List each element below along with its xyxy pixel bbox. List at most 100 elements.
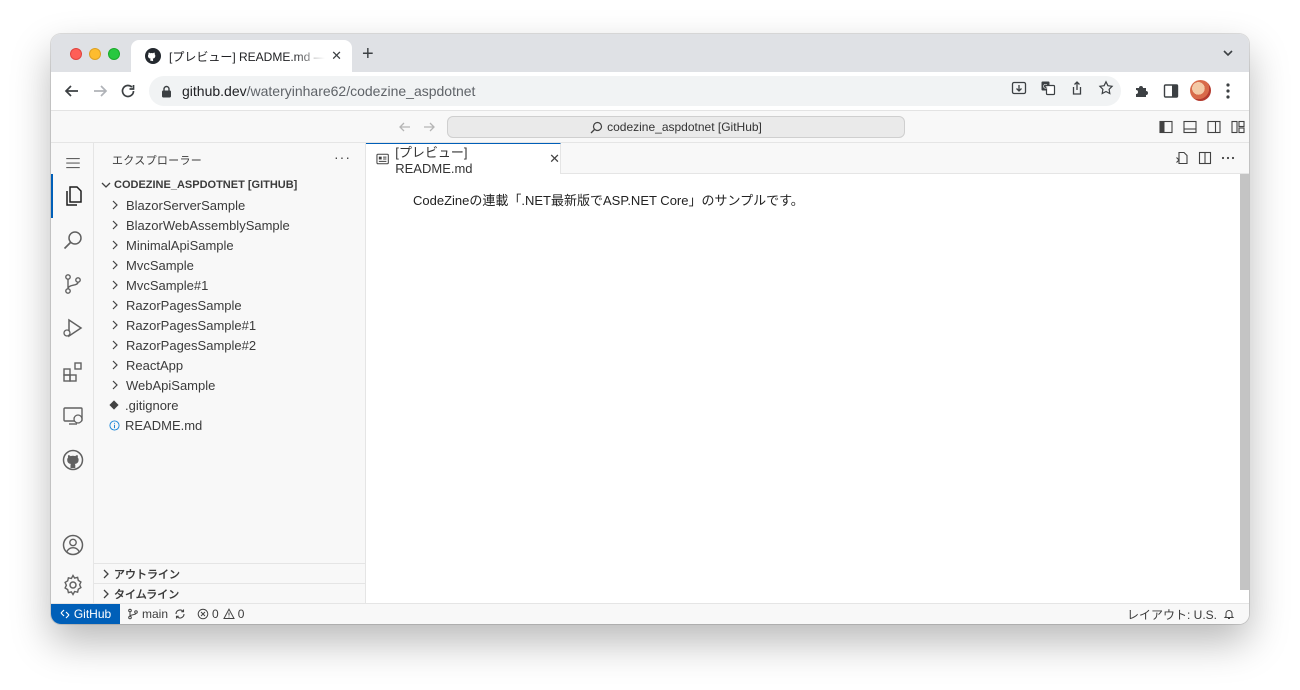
browser-tab-close-button[interactable]: ✕: [331, 48, 342, 64]
bookmark-star-icon[interactable]: [1098, 80, 1114, 96]
browser-tab-active[interactable]: [プレビュー] README.md — codezine_aspdotnet ✕: [131, 40, 352, 72]
customize-layout-icon[interactable]: [1231, 120, 1245, 134]
split-editor-icon[interactable]: [1198, 151, 1212, 165]
browser-window: [プレビュー] README.md — codezine_aspdotnet ✕…: [51, 34, 1249, 624]
editor-tab-close-button[interactable]: ✕: [549, 151, 560, 167]
explorer-title: エクスプローラー: [112, 155, 203, 167]
bell-icon: [1223, 610, 1235, 619]
forward-arrow-icon[interactable]: [91, 82, 109, 100]
address-bar[interactable]: github.dev/wateryinhare62/codezine_aspdo…: [149, 76, 1121, 106]
status-bar: GitHub main 0 0 レイアウト: U.S.: [51, 603, 1249, 624]
timeline-section-header[interactable]: タイムライン: [94, 583, 365, 603]
toggle-panel-icon[interactable]: [1183, 120, 1197, 134]
toggle-secondary-sidebar-icon[interactable]: [1207, 120, 1221, 134]
tree-item-label: MinimalApiSample: [126, 237, 234, 253]
url-path: /wateryinhare62/codezine_aspdotnet: [246, 83, 476, 99]
tree-folder[interactable]: MvcSample#1: [94, 275, 365, 295]
warning-icon: [222, 608, 235, 619]
outline-section-label: アウトライン: [114, 568, 180, 581]
tree-file[interactable]: .gitignore: [94, 395, 365, 415]
activity-github[interactable]: [51, 438, 94, 482]
back-arrow-icon[interactable]: [63, 82, 81, 100]
tree-item-label: MvcSample: [126, 257, 194, 273]
tree-folder[interactable]: RazorPagesSample#2: [94, 335, 365, 355]
search-icon: [63, 231, 82, 250]
editor-area: [プレビュー] README.md ✕ CodeZineの連載「.NET最新版で…: [366, 143, 1249, 603]
explorer-more-actions[interactable]: ···: [334, 149, 351, 165]
extensions-icon: [62, 362, 82, 382]
toggle-primary-sidebar-icon[interactable]: [1159, 120, 1173, 134]
browser-menu-icon[interactable]: [1226, 82, 1230, 100]
close-window-button[interactable]: [70, 48, 82, 60]
editor-scrollbar[interactable]: [1240, 174, 1249, 590]
git-diamond-icon: [107, 398, 121, 412]
keyboard-layout-status[interactable]: レイアウト: U.S.: [1127, 604, 1217, 624]
files-icon: [65, 186, 82, 206]
forward-arrow-icon[interactable]: [422, 120, 436, 134]
editor-more-actions-icon[interactable]: [1221, 151, 1235, 165]
repo-section-label: CODEZINE_ASPDOTNET [GITHUB]: [114, 179, 298, 191]
remote-label: GitHub: [73, 607, 112, 621]
profile-avatar[interactable]: [1190, 80, 1211, 101]
minimize-window-button[interactable]: [89, 48, 101, 60]
tree-folder[interactable]: ReactApp: [94, 355, 365, 375]
reload-icon[interactable]: [119, 82, 137, 100]
share-icon[interactable]: [1069, 80, 1085, 96]
outline-section-header[interactable]: アウトライン: [94, 563, 365, 583]
tree-folder[interactable]: BlazorServerSample: [94, 195, 365, 215]
side-panel-icon[interactable]: [1163, 83, 1179, 99]
translate-icon[interactable]: G: [1040, 80, 1056, 96]
tree-item-label: README.md: [125, 417, 203, 433]
extensions-puzzle-icon[interactable]: [1134, 83, 1150, 99]
editor-tab-readme-preview[interactable]: [プレビュー] README.md ✕: [366, 143, 561, 176]
tree-item-label: MvcSample#1: [126, 277, 209, 293]
chevron-right-icon: [112, 300, 118, 310]
tree-folder[interactable]: RazorPagesSample: [94, 295, 365, 315]
hamburger-menu-icon: [65, 157, 80, 169]
repo-section-header[interactable]: CODEZINE_ASPDOTNET [GITHUB]: [94, 175, 365, 195]
activity-extensions[interactable]: [51, 350, 94, 394]
tree-folder[interactable]: BlazorWebAssemblySample: [94, 215, 365, 235]
zoom-window-button[interactable]: [108, 48, 120, 60]
activity-bar: [51, 143, 94, 603]
tree-item-label: RazorPagesSample#1: [126, 317, 257, 333]
tree-item-label: RazorPagesSample#2: [126, 337, 257, 353]
branch-status[interactable]: main: [127, 604, 189, 624]
tree-folder[interactable]: RazorPagesSample#1: [94, 315, 365, 335]
tree-folder[interactable]: MvcSample: [94, 255, 365, 275]
tree-file[interactable]: README.md: [94, 415, 365, 435]
chevron-right-icon: [112, 340, 118, 350]
activity-run-debug[interactable]: [51, 306, 94, 350]
chevron-right-icon: [112, 240, 118, 250]
github-icon: [62, 449, 83, 471]
chevron-right-icon: [103, 569, 109, 578]
open-source-icon[interactable]: [1175, 151, 1189, 165]
remote-icon: [60, 609, 70, 619]
command-center[interactable]: codezine_aspdotnet [GitHub]: [447, 116, 905, 138]
activity-accounts[interactable]: [51, 523, 94, 567]
source-control-icon: [64, 274, 81, 294]
chevron-down-icon[interactable]: [1221, 46, 1235, 60]
url-domain: github.dev: [182, 83, 247, 99]
activity-source-control[interactable]: [51, 262, 94, 306]
new-tab-button[interactable]: +: [362, 44, 374, 64]
activity-search[interactable]: [51, 218, 94, 262]
keyboard-layout-label: レイアウト: U.S.: [1127, 607, 1218, 622]
notifications-button[interactable]: [1223, 604, 1238, 624]
chevron-right-icon: [112, 200, 118, 210]
remote-indicator[interactable]: GitHub: [51, 604, 120, 624]
activity-settings[interactable]: [51, 567, 94, 603]
browser-tabstrip: [プレビュー] README.md — codezine_aspdotnet ✕…: [51, 34, 1249, 72]
account-icon: [62, 534, 83, 556]
lock-icon[interactable]: [161, 85, 172, 98]
back-arrow-icon[interactable]: [398, 120, 412, 134]
search-icon: [590, 121, 603, 133]
sync-icon[interactable]: [174, 608, 186, 620]
problems-status[interactable]: 0 0: [197, 604, 244, 624]
install-app-icon[interactable]: [1011, 80, 1027, 96]
activity-explorer[interactable]: [51, 174, 94, 218]
activity-remote-explorer[interactable]: [51, 394, 94, 438]
tree-folder[interactable]: MinimalApiSample: [94, 235, 365, 255]
chevron-right-icon: [112, 380, 118, 390]
tree-folder[interactable]: WebApiSample: [94, 375, 365, 395]
